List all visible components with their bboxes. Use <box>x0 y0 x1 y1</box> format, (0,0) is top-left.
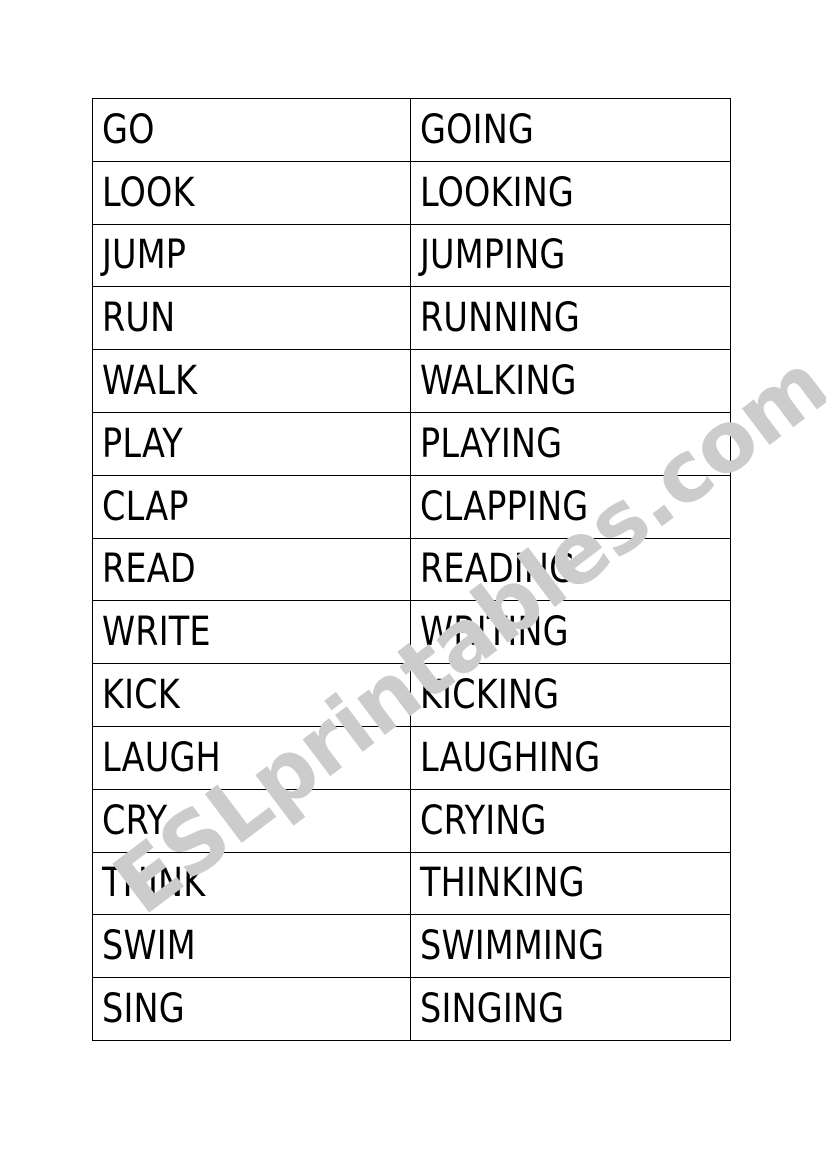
table-row: KICK KICKING <box>92 663 731 727</box>
verb-base-label: LOOK <box>102 169 195 216</box>
verb-ing-label: LAUGHING <box>420 734 601 781</box>
table-row: CLAP CLAPPING <box>92 474 731 539</box>
verb-ing-label: LOOKING <box>420 169 575 216</box>
verb-ing-label: SWIMMING <box>420 923 605 970</box>
verb-base-cell: LOOK <box>92 160 411 225</box>
verb-ing-cell: CRYING <box>410 788 731 853</box>
verb-base-label: JUMP <box>102 232 187 279</box>
verb-base-label: SING <box>102 986 185 1033</box>
verb-ing-label: WALKING <box>420 358 577 405</box>
verb-base-cell: CLAP <box>92 474 411 539</box>
verb-ing-cell: READING <box>410 537 731 602</box>
verb-ing-cell: WALKING <box>410 349 731 413</box>
verb-ing-label: CLAPPING <box>420 483 589 530</box>
verb-base-label: THINK <box>102 860 206 907</box>
verb-ing-cell: SINGING <box>410 977 731 1041</box>
verb-ing-label: KICKING <box>420 672 560 719</box>
verb-base-cell: CRY <box>92 788 411 853</box>
verb-base-label: READ <box>102 546 196 593</box>
verb-base-label: RUN <box>102 295 176 342</box>
verb-base-cell: JUMP <box>92 223 411 288</box>
verb-base-cell: PLAY <box>92 411 411 476</box>
table-row: READ READING <box>92 537 731 602</box>
verb-ing-label: WRITING <box>420 609 569 656</box>
table-row: LOOK LOOKING <box>92 160 731 225</box>
verb-base-cell: KICK <box>92 663 411 727</box>
table-row: CRY CRYING <box>92 788 731 853</box>
verb-base-label: CLAP <box>102 483 189 530</box>
verb-base-cell: WALK <box>92 349 411 413</box>
verb-ing-cell: LAUGHING <box>410 725 731 790</box>
verb-ing-cell: GOING <box>410 98 731 162</box>
verb-ing-cell: JUMPING <box>410 223 731 288</box>
verb-ing-label: THINKING <box>420 860 585 907</box>
verb-ing-label: SINGING <box>420 986 565 1033</box>
verb-table-body: GO GOING LOOK LOOKING JUMP JUMPING RUN RUNNING W… <box>92 98 731 1041</box>
table-row: SING SINGING <box>92 977 731 1041</box>
table-row: WRITE WRITING <box>92 600 731 665</box>
verb-base-cell: READ <box>92 537 411 602</box>
table-row: LAUGH LAUGHING <box>92 725 731 790</box>
verb-base-cell: LAUGH <box>92 725 411 790</box>
verb-table: GO GOING LOOK LOOKING JUMP JUMPING RUN RUNNING W… <box>92 98 731 1041</box>
verb-base-cell: GO <box>92 98 411 162</box>
verb-base-label: SWIM <box>102 923 196 970</box>
table-row: SWIM SWIMMING <box>92 914 731 979</box>
verb-ing-cell: PLAYING <box>410 411 731 476</box>
verb-ing-label: READING <box>420 546 576 593</box>
verb-base-label: KICK <box>102 672 180 719</box>
verb-base-label: WALK <box>102 358 198 405</box>
verb-ing-cell: THINKING <box>410 851 731 916</box>
table-row: RUN RUNNING <box>92 286 731 351</box>
worksheet-page: GO GOING LOOK LOOKING JUMP JUMPING RUN RUNNING W… <box>0 0 826 1169</box>
verb-base-cell: THINK <box>92 851 411 916</box>
verb-ing-cell: CLAPPING <box>410 474 731 539</box>
verb-base-cell: RUN <box>92 286 411 351</box>
table-row: THINK THINKING <box>92 851 731 916</box>
verb-base-label: LAUGH <box>102 734 221 781</box>
verb-ing-cell: LOOKING <box>410 160 731 225</box>
verb-ing-cell: KICKING <box>410 663 731 727</box>
verb-ing-label: RUNNING <box>420 295 580 342</box>
verb-ing-label: JUMPING <box>420 232 566 279</box>
table-row: JUMP JUMPING <box>92 223 731 288</box>
table-row: WALK WALKING <box>92 349 731 413</box>
verb-base-cell: SING <box>92 977 411 1041</box>
table-row: PLAY PLAYING <box>92 411 731 476</box>
verb-ing-cell: SWIMMING <box>410 914 731 979</box>
verb-ing-label: PLAYING <box>420 420 563 467</box>
verb-base-label: GO <box>102 106 155 153</box>
table-row: GO GOING <box>92 98 731 162</box>
verb-table-container: GO GOING LOOK LOOKING JUMP JUMPING RUN RUNNING W… <box>92 98 731 1041</box>
verb-ing-label: GOING <box>420 106 535 153</box>
verb-base-label: WRITE <box>102 609 211 656</box>
verb-base-cell: WRITE <box>92 600 411 665</box>
verb-base-cell: SWIM <box>92 914 411 979</box>
verb-ing-label: CRYING <box>420 797 547 844</box>
verb-base-label: CRY <box>102 797 168 844</box>
verb-base-label: PLAY <box>102 420 183 467</box>
verb-ing-cell: WRITING <box>410 600 731 665</box>
verb-ing-cell: RUNNING <box>410 286 731 351</box>
